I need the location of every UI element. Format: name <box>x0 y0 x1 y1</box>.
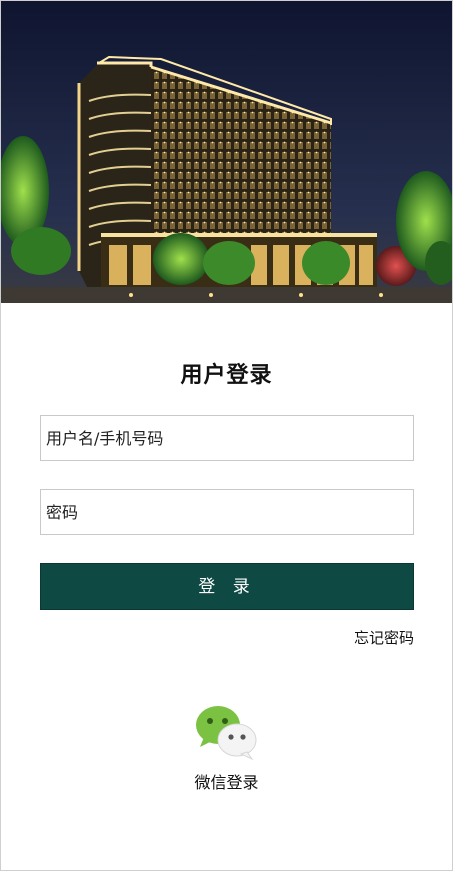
wechat-login-label[interactable]: 微信登录 <box>1 769 452 793</box>
forgot-password-link[interactable]: 忘记密码 <box>354 627 414 648</box>
login-page: 用户登录 登 录 忘记密码 微信登录 <box>0 0 453 871</box>
password-input[interactable] <box>41 490 413 534</box>
page-title: 用户登录 <box>180 363 273 388</box>
wechat-icon[interactable] <box>194 703 260 761</box>
hotel-banner-image <box>1 1 452 303</box>
username-field-container <box>40 415 414 461</box>
login-button[interactable]: 登 录 <box>40 563 414 610</box>
wechat-login: 微信登录 <box>1 703 452 793</box>
username-input[interactable] <box>41 416 413 460</box>
password-field-container <box>40 489 414 535</box>
